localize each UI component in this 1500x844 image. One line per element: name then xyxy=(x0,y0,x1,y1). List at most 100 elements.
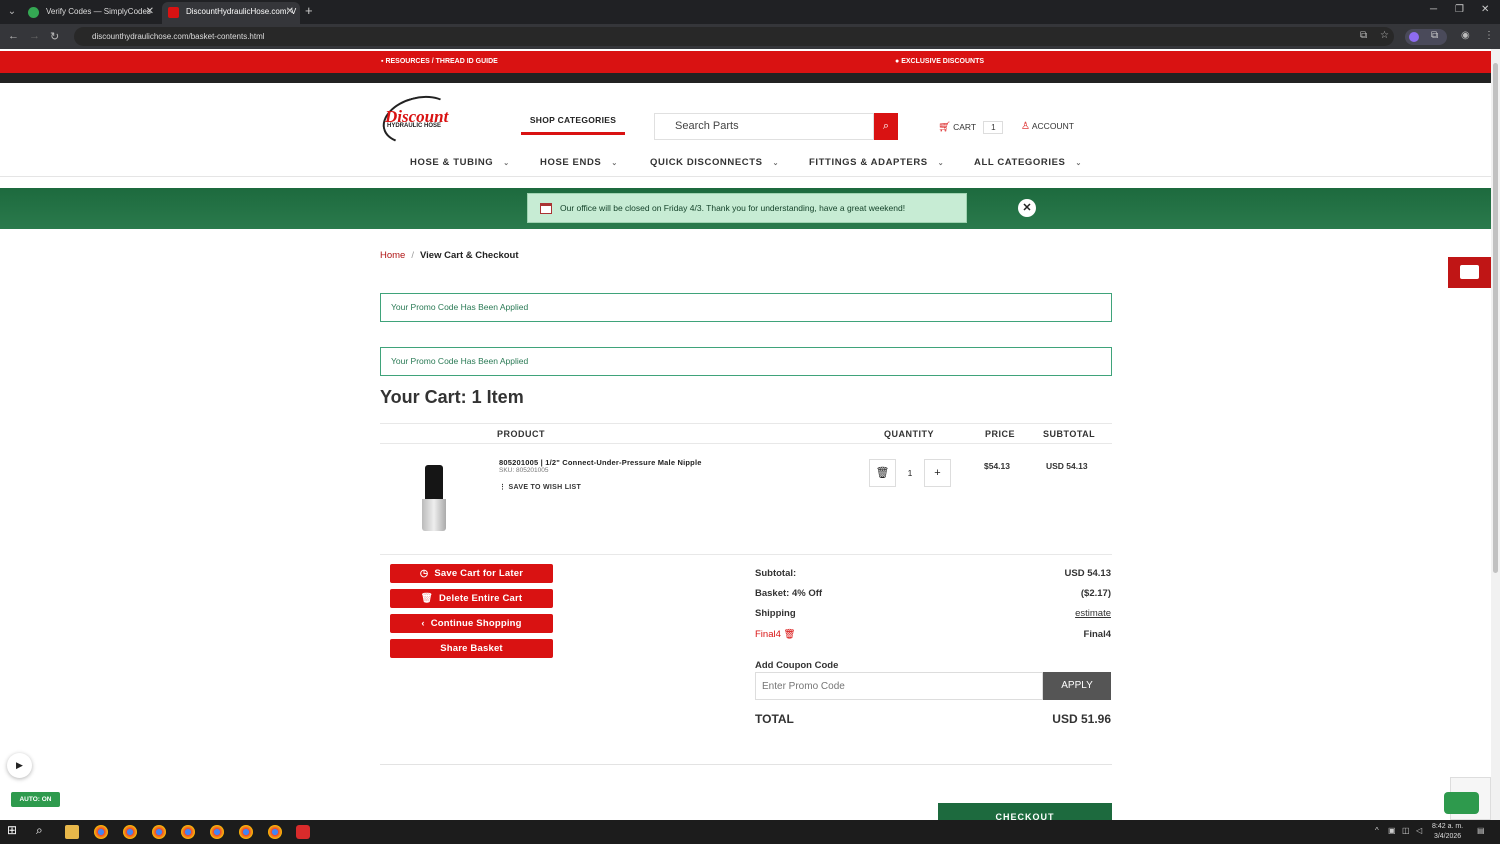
promo-applied-alert: Your Promo Code Has Been Applied xyxy=(380,293,1112,322)
coupon-label: Add Coupon Code xyxy=(755,660,839,671)
discount-label: Basket: 4% Off xyxy=(755,588,823,599)
chat-bubble-icon xyxy=(1460,265,1479,279)
chrome-icon[interactable] xyxy=(94,825,108,839)
tray-chevron-icon[interactable]: ^ xyxy=(1375,826,1379,835)
nav-hose-tubing[interactable]: HOSE & TUBING ⌄ xyxy=(410,157,510,168)
breadcrumb-home-link[interactable]: Home xyxy=(380,250,405,261)
cart-count-badge: 1 xyxy=(983,121,1004,134)
nav-quick-disconnects[interactable]: QUICK DISCONNECTS ⌄ xyxy=(650,157,779,168)
puzzle-icon[interactable]: ⧉ xyxy=(1431,30,1438,41)
nav-hose-ends[interactable]: HOSE ENDS ⌄ xyxy=(540,157,618,168)
chrome-icon[interactable] xyxy=(181,825,195,839)
chrome-icon[interactable] xyxy=(268,825,282,839)
chat-widget-button[interactable] xyxy=(1444,792,1479,814)
resources-link[interactable]: ▪ RESOURCES / THREAD ID GUIDE xyxy=(381,51,498,73)
back-icon[interactable]: ← xyxy=(8,30,19,42)
trash-icon: 🗑︎ xyxy=(420,593,433,604)
new-tab-icon[interactable]: + xyxy=(305,3,313,18)
nav-all-categories[interactable]: ALL CATEGORIES ⌄ xyxy=(974,157,1082,168)
shipping-label: Shipping xyxy=(755,608,796,619)
restore-icon[interactable]: ❐ xyxy=(1455,4,1464,15)
logo-subtext: HYDRAULIC HOSE xyxy=(387,123,442,129)
auto-toggle-badge[interactable]: AUTO: ON xyxy=(11,792,60,807)
main-navigation: HOSE & TUBING ⌄ HOSE ENDS ⌄ QUICK DISCONNE… xyxy=(0,153,1491,177)
save-to-wishlist-link[interactable]: ⋮ SAVE TO WISH LIST xyxy=(499,483,581,491)
system-clock[interactable]: 8:42 a. m. 3/4/2026 xyxy=(1432,822,1463,842)
tray-app-icon[interactable]: ▣ xyxy=(1388,826,1396,835)
browser-tab-simplycodes[interactable]: Verify Codes — SimplyCodes ✕ xyxy=(22,2,160,24)
trash-icon[interactable]: 🗑︎ xyxy=(869,459,896,487)
clock-date: 3/4/2026 xyxy=(1433,833,1462,840)
product-image[interactable] xyxy=(421,465,447,531)
chrome-icon[interactable] xyxy=(123,825,137,839)
app-icon[interactable] xyxy=(296,825,310,839)
remove-promo-trash-icon[interactable]: 🗑︎ xyxy=(784,629,796,640)
chrome-icon[interactable] xyxy=(239,825,253,839)
volume-icon[interactable]: ◁ xyxy=(1416,826,1422,835)
close-tab-icon[interactable]: ✕ xyxy=(286,2,294,22)
checkout-button[interactable]: CHECKOUT xyxy=(938,803,1112,820)
plus-icon[interactable]: + xyxy=(924,459,951,487)
nav-label: HOSE & TUBING xyxy=(410,157,494,168)
browser-tab-bar: ⌄ Verify Codes — SimplyCodes ✕ DiscountH… xyxy=(0,0,1500,24)
search-button[interactable]: ⌕ xyxy=(874,113,898,140)
promo-code-input[interactable] xyxy=(755,672,1043,700)
calendar-icon xyxy=(540,203,552,214)
search-input[interactable]: Search Parts xyxy=(654,113,874,140)
close-banner-icon[interactable]: ✕ xyxy=(1018,199,1036,217)
resources-label: RESOURCES / THREAD ID GUIDE xyxy=(385,58,498,65)
nav-label: QUICK DISCONNECTS xyxy=(650,157,763,168)
reload-icon[interactable]: ↻ xyxy=(50,30,59,43)
cart-link[interactable]: 🛒︎ CART 1 xyxy=(938,121,1004,134)
cart-table-header: PRODUCT QUANTITY PRICE SUBTOTAL xyxy=(380,423,1112,444)
tab-search-icon[interactable]: ⌄ xyxy=(4,4,20,20)
cart-icon: 🛒︎ xyxy=(938,122,951,133)
shop-categories-button[interactable]: SHOP CATEGORIES xyxy=(521,115,625,135)
os-taskbar: ⊞ ⌕ ^ ▣ ◫ ◁ 8:42 a. m. 3/4/2026 ▤ xyxy=(0,820,1500,844)
nav-fittings-adapters[interactable]: FITTINGS & ADAPTERS ⌄ xyxy=(809,157,944,168)
apply-button[interactable]: APPLY xyxy=(1043,672,1111,700)
scrollbar-thumb[interactable] xyxy=(1493,63,1498,573)
close-tab-icon[interactable]: ✕ xyxy=(146,2,154,22)
forward-icon[interactable]: → xyxy=(29,30,40,42)
share-basket-button[interactable]: Share Basket xyxy=(390,639,553,658)
quantity-value[interactable]: 1 xyxy=(896,459,924,487)
url-field[interactable]: discounthydraulichose.com/basket-content… xyxy=(74,27,1394,46)
shipping-estimate-link[interactable]: estimate xyxy=(1075,608,1111,619)
chrome-icon[interactable] xyxy=(210,825,224,839)
chevron-down-icon: ⌄ xyxy=(503,160,510,167)
product-image-bottom xyxy=(422,499,446,531)
chrome-icon[interactable] xyxy=(152,825,166,839)
profile-icon[interactable]: ◉ xyxy=(1461,30,1470,41)
exclusive-discounts-link[interactable]: ● EXCLUSIVE DISCOUNTS xyxy=(895,51,984,73)
account-link[interactable]: ♙ ACCOUNT xyxy=(1021,121,1074,132)
play-icon[interactable]: ▶ xyxy=(7,753,32,778)
cart-title: Your Cart: 1 Item xyxy=(380,387,524,407)
taskbar-search-icon[interactable]: ⌕ xyxy=(36,823,50,837)
browser-menu-icon[interactable]: ⋮ xyxy=(1484,30,1494,41)
notification-icon[interactable]: ▤ xyxy=(1477,826,1485,835)
extensions-pill[interactable]: ⧉ xyxy=(1405,29,1447,45)
translate-icon[interactable]: ⧉ xyxy=(1360,30,1367,41)
total-value: USD 51.96 xyxy=(1052,712,1111,726)
product-name-link[interactable]: 805201005 | 1/2" Connect-Under-Pressure … xyxy=(499,458,702,467)
close-window-icon[interactable]: ✕ xyxy=(1481,4,1489,15)
bookmark-star-icon[interactable]: ☆ xyxy=(1380,30,1389,41)
continue-shopping-button[interactable]: ‹ Continue Shopping xyxy=(390,614,553,633)
chevron-down-icon: ⌄ xyxy=(772,160,780,167)
windows-start-icon[interactable]: ⊞ xyxy=(7,823,21,837)
site-logo[interactable]: Discount HYDRAULIC HOSE xyxy=(377,88,459,152)
network-icon[interactable]: ◫ xyxy=(1402,826,1410,835)
browser-tab-discounthydraulichose[interactable]: DiscountHydraulicHose.com: V ✕ xyxy=(162,2,300,24)
file-explorer-icon[interactable] xyxy=(65,825,79,839)
quantity-stepper: 🗑︎ 1 + xyxy=(869,459,951,487)
browser-address-bar: ← → ↻ discounthydraulichose.com/basket-c… xyxy=(0,24,1500,49)
tab-title: Verify Codes — SimplyCodes xyxy=(46,7,151,16)
delete-cart-button[interactable]: 🗑︎ Delete Entire Cart xyxy=(390,589,553,608)
chat-button[interactable] xyxy=(1448,257,1491,288)
minimize-icon[interactable]: ─ xyxy=(1430,4,1437,15)
promo-code-text: Final4 xyxy=(755,629,781,640)
save-cart-button[interactable]: ◷ Save Cart for Later xyxy=(390,564,553,583)
delete-cart-label: Delete Entire Cart xyxy=(438,593,523,604)
page-scrollbar[interactable] xyxy=(1491,49,1500,820)
